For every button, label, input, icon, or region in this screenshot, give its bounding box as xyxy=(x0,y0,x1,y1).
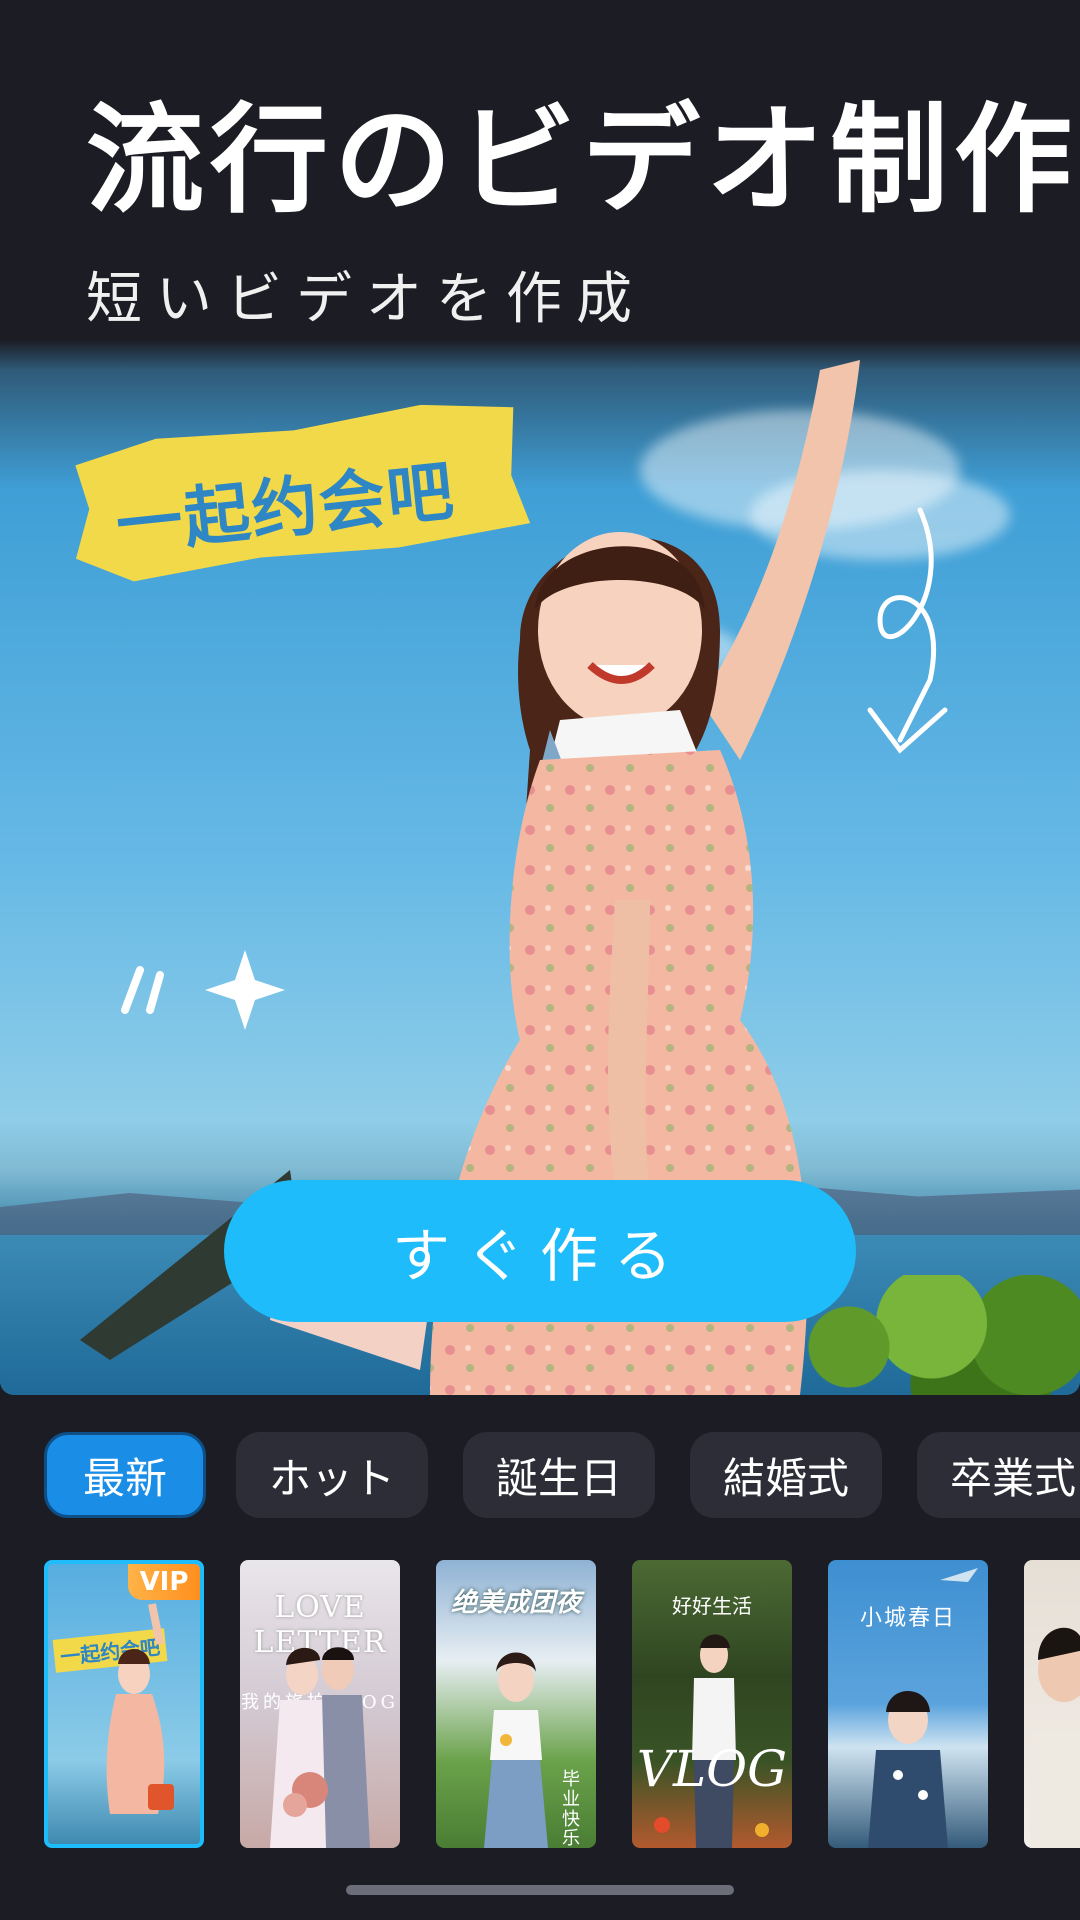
tab-birthday[interactable]: 誕生日 xyxy=(463,1432,655,1518)
template-list: 一起约会吧 VIP LOVE LETTER 我的旅拍VLOG 绝美成团夜 xyxy=(0,1560,1080,1850)
arrow-doodle-icon xyxy=(867,507,948,754)
thumb-caption: VLOG xyxy=(636,1740,788,1798)
category-tabs: 最新 ホット 誕生日 結婚式 卒業式 xyxy=(0,1432,1080,1526)
template-thumb-3[interactable]: 绝美成团夜 毕业快乐 xyxy=(436,1560,596,1848)
tab-graduation[interactable]: 卒業式 xyxy=(917,1432,1080,1518)
vip-badge: VIP xyxy=(128,1564,200,1600)
template-thumb-2[interactable]: LOVE LETTER 我的旅拍VLOG xyxy=(240,1560,400,1848)
template-thumb-1[interactable]: 一起约会吧 VIP xyxy=(44,1560,204,1848)
thumb-image xyxy=(106,1603,174,1814)
tab-wedding[interactable]: 結婚式 xyxy=(690,1432,882,1518)
template-thumb-6[interactable] xyxy=(1024,1560,1080,1848)
page-subtitle: 短いビデオを作成 xyxy=(86,267,646,332)
page-title: 流行のビデオ制作 xyxy=(86,91,1079,229)
thumb-image xyxy=(654,1634,769,1848)
thumb-image xyxy=(1030,1627,1080,1848)
template-thumb-4[interactable]: 好好生活 VLOG xyxy=(632,1560,792,1848)
tab-hot[interactable]: ホット xyxy=(236,1432,428,1518)
template-thumb-5[interactable]: 小城春日 xyxy=(828,1560,988,1848)
create-now-button[interactable]: すぐ作る xyxy=(224,1180,856,1322)
home-indicator[interactable] xyxy=(346,1885,734,1895)
thumb-image xyxy=(868,1568,978,1848)
thumb-caption: 毕业快乐 xyxy=(562,1769,580,1848)
sparkle-icon xyxy=(205,950,285,1030)
thumb-image xyxy=(270,1647,370,1848)
tab-latest[interactable]: 最新 xyxy=(44,1432,206,1518)
